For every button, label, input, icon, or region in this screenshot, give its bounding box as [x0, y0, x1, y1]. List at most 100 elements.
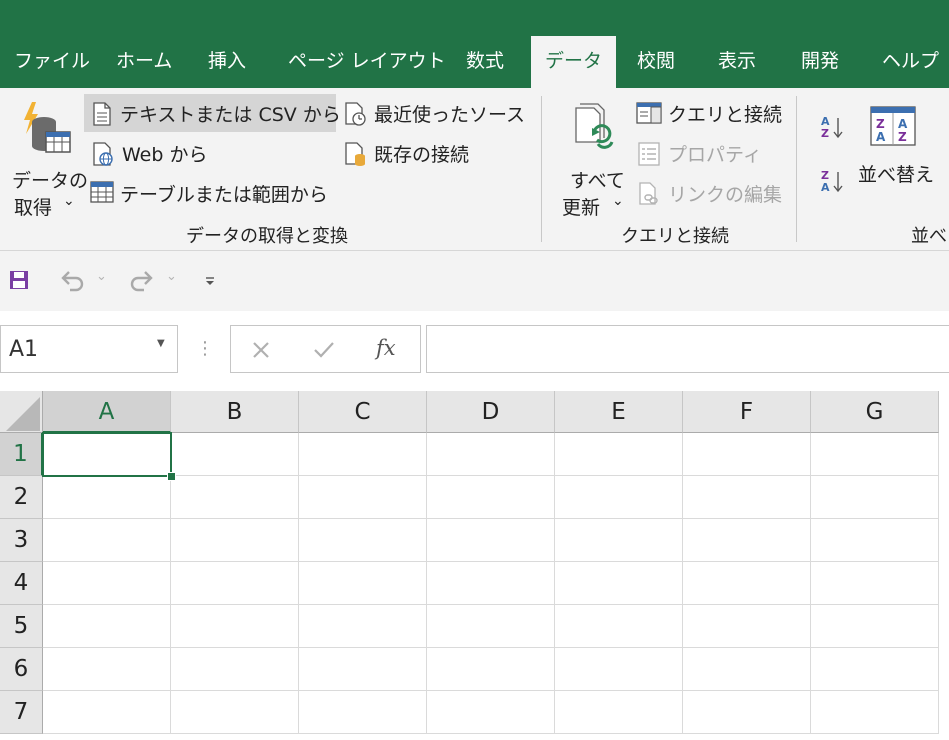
sort-ascending-button[interactable]: A Z [818, 112, 848, 142]
cell-a2[interactable] [43, 476, 171, 519]
column-header-e[interactable]: E [555, 391, 683, 433]
column-header-g[interactable]: G [811, 391, 939, 433]
get-data-button[interactable]: データの 取得 ⌄ [6, 96, 88, 219]
cell-d1[interactable] [427, 433, 555, 476]
queries-connections-button[interactable]: クエリと接続 [636, 98, 782, 130]
tab-developer[interactable]: 開発 [789, 36, 851, 88]
cell-f4[interactable] [683, 562, 811, 605]
tab-file[interactable]: ファイル [2, 36, 102, 88]
cell-a7[interactable] [43, 691, 171, 734]
cell-f3[interactable] [683, 519, 811, 562]
cell-b2[interactable] [171, 476, 299, 519]
column-header-b[interactable]: B [171, 391, 299, 433]
cell-e6[interactable] [555, 648, 683, 691]
from-text-csv-button[interactable]: テキストまたは CSV から [84, 94, 341, 132]
cell-f6[interactable] [683, 648, 811, 691]
cell-c3[interactable] [299, 519, 427, 562]
redo-icon[interactable] [128, 268, 156, 292]
cell-g7[interactable] [811, 691, 939, 734]
cell-e3[interactable] [555, 519, 683, 562]
cell-d5[interactable] [427, 605, 555, 648]
cell-a5[interactable] [43, 605, 171, 648]
cell-c1[interactable] [299, 433, 427, 476]
row-header-5[interactable]: 5 [0, 605, 43, 648]
cell-d7[interactable] [427, 691, 555, 734]
cancel-icon[interactable] [251, 340, 271, 360]
row-header-3[interactable]: 3 [0, 519, 43, 562]
name-box-value: A1 [9, 337, 39, 362]
column-header-d[interactable]: D [427, 391, 555, 433]
tab-help[interactable]: ヘルプ [870, 36, 949, 88]
customize-qat-icon[interactable] [204, 276, 216, 286]
tab-review[interactable]: 校閲 [625, 36, 687, 88]
select-all-button[interactable] [0, 391, 43, 433]
cell-g2[interactable] [811, 476, 939, 519]
cell-e7[interactable] [555, 691, 683, 734]
tab-data[interactable]: データ [531, 36, 616, 88]
recent-sources-button[interactable]: 最近使ったソース [344, 98, 525, 130]
cell-f2[interactable] [683, 476, 811, 519]
name-box[interactable]: A1 ▼ [0, 325, 178, 373]
cell-d4[interactable] [427, 562, 555, 605]
cell-e1[interactable] [555, 433, 683, 476]
formula-input[interactable] [426, 325, 949, 373]
cell-f5[interactable] [683, 605, 811, 648]
column-header-a[interactable]: A [43, 391, 171, 433]
existing-connections-button[interactable]: 既存の接続 [344, 138, 494, 170]
cell-c5[interactable] [299, 605, 427, 648]
cell-g4[interactable] [811, 562, 939, 605]
tab-formulas[interactable]: 数式 [454, 36, 516, 88]
column-header-f[interactable]: F [683, 391, 811, 433]
tab-page-layout[interactable]: ページ レイアウト [276, 36, 458, 88]
row-header-2[interactable]: 2 [0, 476, 43, 519]
row-header-6[interactable]: 6 [0, 648, 43, 691]
cell-d2[interactable] [427, 476, 555, 519]
from-web-button[interactable]: Web から [90, 138, 220, 170]
undo-icon[interactable] [58, 268, 86, 292]
tab-view[interactable]: 表示 [706, 36, 768, 88]
row-header-7[interactable]: 7 [0, 691, 43, 734]
cell-b4[interactable] [171, 562, 299, 605]
cell-f7[interactable] [683, 691, 811, 734]
cell-a4[interactable] [43, 562, 171, 605]
cell-b7[interactable] [171, 691, 299, 734]
insert-function-button[interactable]: fx [376, 336, 396, 360]
cell-e5[interactable] [555, 605, 683, 648]
sort-descending-button[interactable]: Z A [818, 166, 848, 196]
refresh-all-button[interactable]: すべて 更新 ⌄ [556, 96, 630, 219]
chevron-down-icon[interactable]: ⌄ [96, 269, 107, 284]
save-icon[interactable] [9, 270, 29, 290]
cell-a6[interactable] [43, 648, 171, 691]
cell-d3[interactable] [427, 519, 555, 562]
cell-c6[interactable] [299, 648, 427, 691]
drag-handle-icon[interactable]: ⋮ [196, 337, 214, 361]
cell-b6[interactable] [171, 648, 299, 691]
cell-c7[interactable] [299, 691, 427, 734]
cell-g1[interactable] [811, 433, 939, 476]
cell-b1[interactable] [171, 433, 299, 476]
properties-button[interactable]: プロパティ [638, 138, 762, 170]
cell-f1[interactable] [683, 433, 811, 476]
cell-e2[interactable] [555, 476, 683, 519]
enter-check-icon[interactable] [313, 340, 335, 360]
fill-handle[interactable] [167, 472, 176, 481]
cell-g6[interactable] [811, 648, 939, 691]
cell-e4[interactable] [555, 562, 683, 605]
cell-d6[interactable] [427, 648, 555, 691]
sort-button[interactable]: Z A A Z 並べ替え [856, 98, 949, 208]
cell-g3[interactable] [811, 519, 939, 562]
tab-home[interactable]: ホーム [104, 36, 184, 88]
cell-a3[interactable] [43, 519, 171, 562]
chevron-down-icon[interactable]: ⌄ [166, 269, 177, 284]
tab-insert[interactable]: 挿入 [196, 36, 258, 88]
from-table-button[interactable]: テーブルまたは範囲から [88, 178, 328, 210]
cell-g5[interactable] [811, 605, 939, 648]
cell-c2[interactable] [299, 476, 427, 519]
column-header-c[interactable]: C [299, 391, 427, 433]
cell-b5[interactable] [171, 605, 299, 648]
edit-links-button[interactable]: リンクの編集 [638, 178, 782, 210]
cell-c4[interactable] [299, 562, 427, 605]
cell-b3[interactable] [171, 519, 299, 562]
row-header-4[interactable]: 4 [0, 562, 43, 605]
row-header-1[interactable]: 1 [0, 433, 43, 476]
